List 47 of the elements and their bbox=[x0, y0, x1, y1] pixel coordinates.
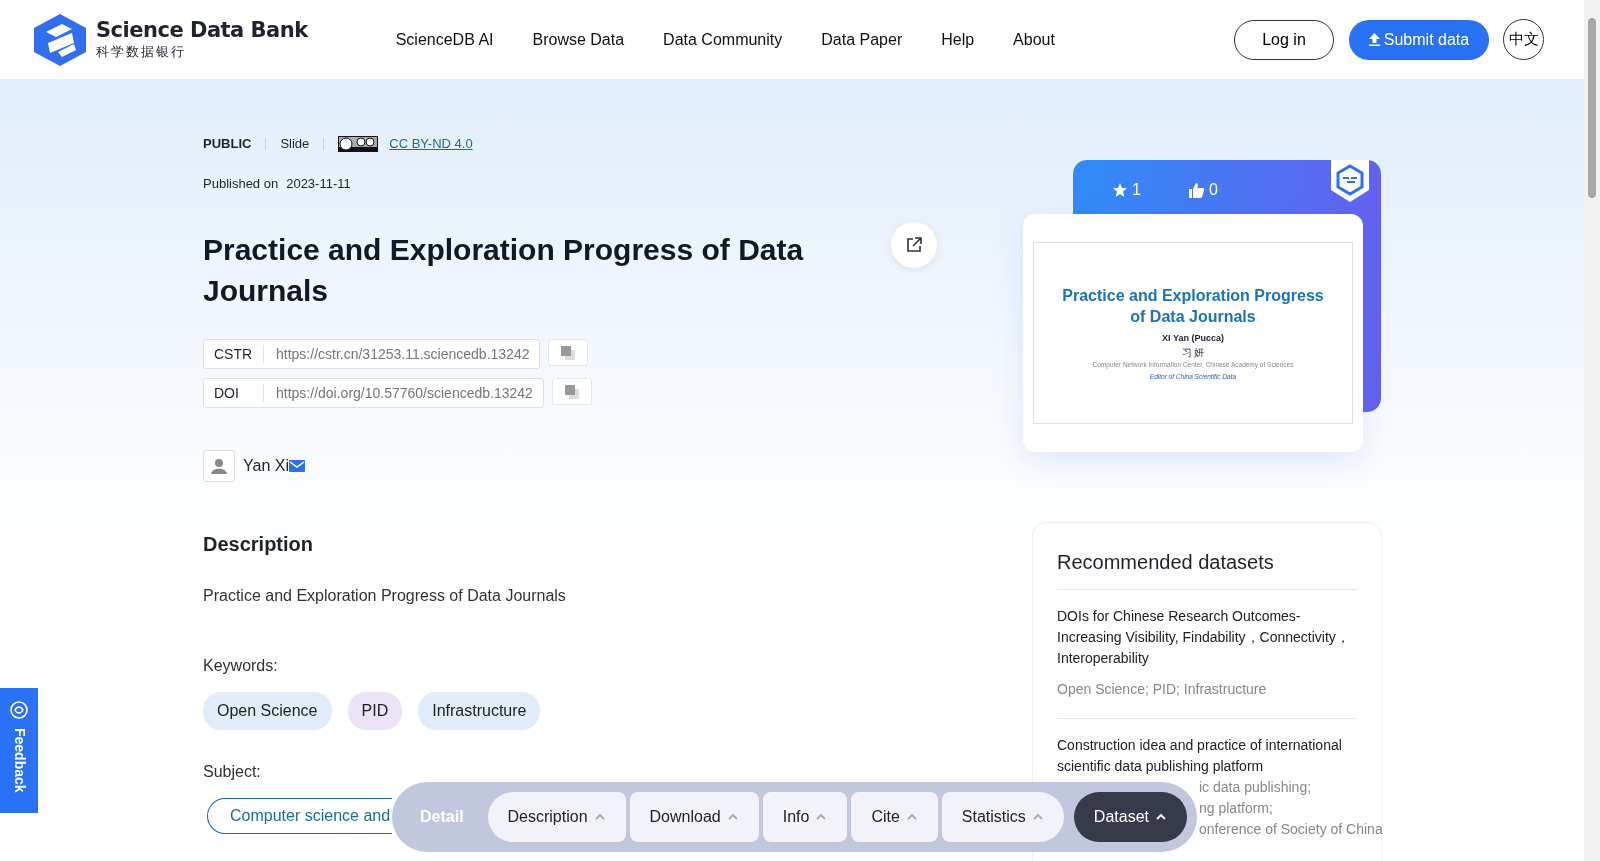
language-button[interactable]: 中文 bbox=[1503, 19, 1544, 60]
section-nav-label: Detail bbox=[420, 807, 465, 827]
section-heading: Description bbox=[203, 532, 315, 556]
nav-link[interactable]: Browse Data bbox=[532, 27, 625, 52]
like-count: 0 bbox=[1208, 180, 1218, 200]
recommended-keywords: Open Science; PID; Infrastructure bbox=[1057, 680, 1267, 699]
published-label: Published on bbox=[203, 174, 279, 193]
submit-button[interactable]: Submit data bbox=[1349, 19, 1489, 60]
recommended-keywords: onference of Society of China bbox=[1199, 820, 1383, 839]
section-tab[interactable]: Download bbox=[629, 792, 759, 842]
section-tab[interactable]: Statistics bbox=[941, 792, 1064, 842]
keywords-label: Keywords: bbox=[203, 656, 279, 676]
nav-link[interactable]: Data Community bbox=[663, 27, 783, 52]
feedback-tab[interactable]: Feedback bbox=[0, 688, 38, 813]
nav-link[interactable]: Data Paper bbox=[821, 27, 903, 52]
description-text: Practice and Exploration Progress of Data Journals bbox=[203, 586, 567, 606]
nav-link[interactable]: About bbox=[1013, 27, 1055, 52]
recommended-heading: Recommended datasets bbox=[1057, 547, 1357, 590]
license-link[interactable]: CC BY-ND 4.0 bbox=[389, 134, 473, 154]
section-tab[interactable]: Info bbox=[762, 792, 848, 842]
slide-title: Practice and Exploration Progress of Data Journals bbox=[1061, 285, 1325, 327]
section-tab[interactable]: Description bbox=[487, 792, 626, 842]
logo-title: Science Data Bank bbox=[96, 19, 308, 41]
logo-subtitle: 科学数据银行 bbox=[96, 43, 187, 60]
access-label: PUBLIC bbox=[203, 135, 252, 153]
identifier-field: CSTR https://cstr.cn/31253.11.sciencedb.13242 bbox=[203, 339, 541, 369]
recommended-keywords: ng platform; bbox=[1199, 799, 1273, 818]
keyword-tag[interactable]: Infrastructure bbox=[418, 692, 541, 730]
recommended-keywords: ic data publishing; bbox=[1199, 778, 1312, 797]
section-tab[interactable]: Cite bbox=[851, 792, 938, 842]
login-button[interactable]: Log in bbox=[1234, 19, 1334, 60]
keyword-tag[interactable]: PID bbox=[347, 692, 403, 730]
nav-link[interactable]: Help bbox=[941, 27, 975, 52]
slide-author: XI Yan (Pucca) bbox=[1162, 331, 1224, 345]
favorite-count: 1 bbox=[1132, 180, 1141, 200]
dataset-title: Practice and Exploration Progress of Data Journals bbox=[203, 232, 805, 309]
recommended-title[interactable]: DOIs for Chinese Research Outcomes-Increasing Visibility, Findability，Connectivity，Interoperability bbox=[1057, 606, 1357, 669]
identifier-field: DOI https://doi.org/10.57760/sciencedb.13242 bbox=[203, 378, 544, 408]
keyword-tag[interactable]: Open Science bbox=[203, 692, 332, 730]
published-date: 2023-11-11 bbox=[286, 174, 351, 193]
nav-link[interactable]: ScienceDB AI bbox=[395, 27, 494, 52]
subject-label: Subject: bbox=[203, 763, 261, 780]
section-tab[interactable]: Dataset bbox=[1073, 792, 1187, 842]
slide-author: 习 妍 bbox=[1181, 346, 1205, 360]
resource-type: Slide bbox=[280, 135, 310, 153]
author-name[interactable]: Yan Xi bbox=[243, 454, 289, 478]
recommended-title[interactable]: Construction idea and practice of international scientific data publishing platform bbox=[1057, 735, 1357, 777]
